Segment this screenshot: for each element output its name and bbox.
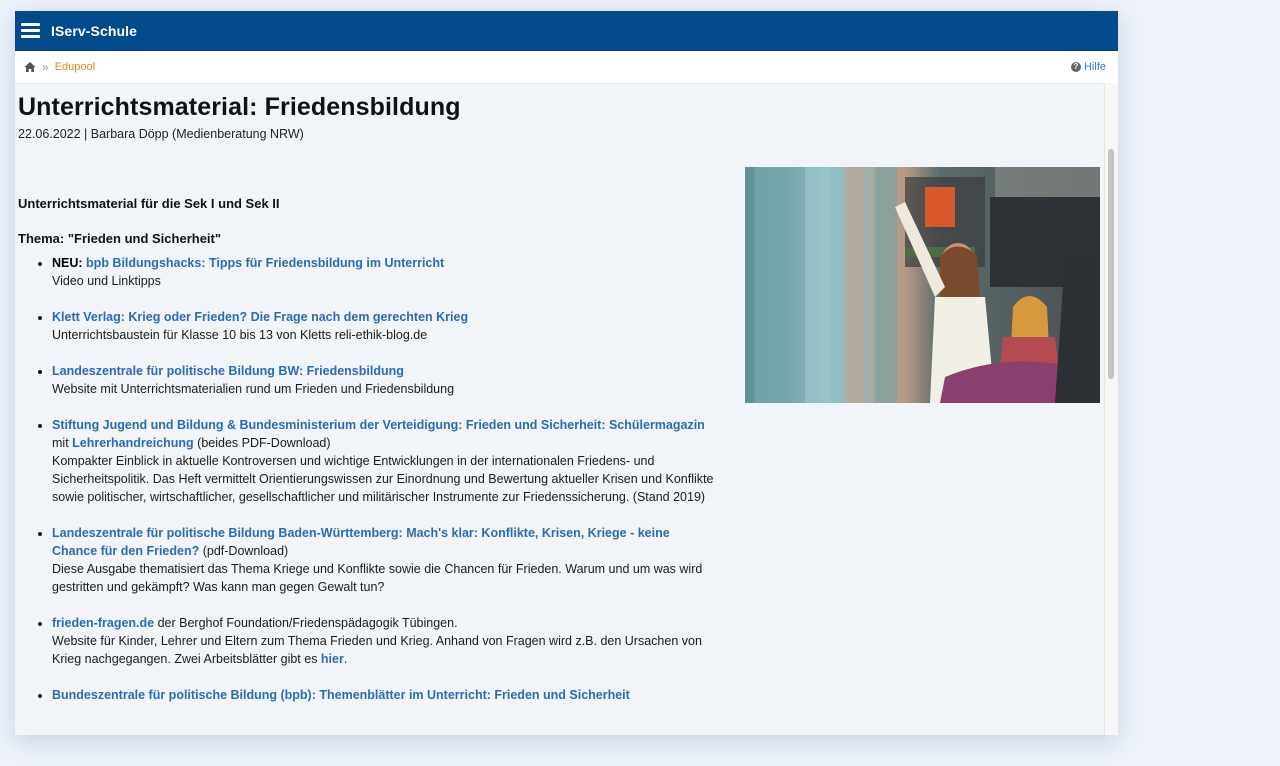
worksheets-link[interactable]: hier: [321, 652, 344, 666]
resource-link[interactable]: Landeszentrale für politische Bildung BW…: [52, 364, 404, 378]
resource-link[interactable]: Landeszentrale für politische Bildung Ba…: [52, 526, 670, 558]
help-link[interactable]: ? Hilfe: [1070, 61, 1106, 73]
new-label: NEU:: [52, 256, 83, 270]
resource-link[interactable]: bpb Bildungshacks: Tipps für Friedensbil…: [86, 256, 444, 270]
home-icon[interactable]: [24, 61, 36, 73]
article-meta: 22.06.2022 | Barbara Döpp (Medienberatun…: [18, 127, 304, 141]
list-item: frieden-fragen.de der Berghof Foundation…: [52, 614, 718, 668]
resource-description: Video und Linktipps: [52, 274, 161, 288]
resource-link[interactable]: Stiftung Jugend und Bildung & Bundesmini…: [52, 418, 705, 432]
teacher-guide-link[interactable]: Lehrerhandreichung: [72, 436, 194, 450]
article-image: [745, 167, 1100, 403]
help-label: Hilfe: [1083, 61, 1106, 73]
app-topbar: IServ-Schule: [15, 11, 1118, 51]
article-topic: Thema: "Frieden und Sicherheit": [18, 231, 222, 246]
resource-format: (pdf-Download): [199, 544, 289, 558]
resource-source: der Berghof Foundation/Friedenspädagogik…: [154, 616, 458, 630]
resource-link[interactable]: Klett Verlag: Krieg oder Frieden? Die Fr…: [52, 310, 468, 324]
page-title: Unterrichtsmaterial: Friedensbildung: [18, 93, 461, 121]
resource-description: Unterrichtsbaustein für Klasse 10 bis 13…: [52, 328, 428, 342]
resource-description-end: .: [343, 652, 348, 666]
app-title[interactable]: IServ-Schule: [51, 23, 137, 39]
list-item: NEU: bpb Bildungshacks: Tipps für Friede…: [52, 254, 718, 290]
resource-link[interactable]: frieden-fragen.de: [52, 616, 154, 630]
vertical-scrollbar[interactable]: [1104, 83, 1118, 735]
resource-description: Diese Ausgabe thematisiert das Thema Kri…: [52, 562, 703, 594]
question-circle-icon: ?: [1070, 62, 1081, 72]
resource-format: (beides PDF-Download): [193, 436, 331, 450]
hamburger-icon[interactable]: [21, 23, 40, 38]
article-image-graphic: [745, 167, 1100, 403]
resource-description: Website mit Unterrichtsmaterialien rund …: [52, 382, 455, 396]
resource-link-connector: mit: [52, 436, 73, 450]
list-item: Landeszentrale für politische Bildung BW…: [52, 362, 718, 398]
main-content: Unterrichtsmaterial: Friedensbildung 22.…: [15, 83, 1105, 735]
resource-link[interactable]: Bundeszentrale für politische Bildung (b…: [52, 688, 630, 702]
article-subtitle: Unterrichtsmaterial für die Sek I und Se…: [18, 196, 280, 211]
scrollbar-thumb[interactable]: [1108, 149, 1114, 379]
breadcrumb-edupool[interactable]: Edupool: [55, 61, 95, 73]
list-item: Stiftung Jugend und Bildung & Bundesmini…: [52, 416, 718, 506]
resource-description: Website für Kinder, Lehrer und Eltern zu…: [52, 634, 702, 666]
breadcrumb: » Edupool ? Hilfe: [15, 51, 1118, 84]
article-body: Unterrichtsmaterial für die Sek I und Se…: [18, 195, 718, 722]
list-item: Bundeszentrale für politische Bildung (b…: [52, 686, 718, 704]
resource-description: Kompakter Einblick in aktuelle Kontrover…: [52, 454, 714, 504]
list-item: Klett Verlag: Krieg oder Frieden? Die Fr…: [52, 308, 718, 344]
browser-window: IServ-Schule » Edupool ? Hilfe Unterrich…: [15, 11, 1118, 735]
resource-list: NEU: bpb Bildungshacks: Tipps für Friede…: [18, 254, 718, 704]
list-item: Landeszentrale für politische Bildung Ba…: [52, 524, 718, 596]
breadcrumb-separator: »: [42, 60, 49, 74]
